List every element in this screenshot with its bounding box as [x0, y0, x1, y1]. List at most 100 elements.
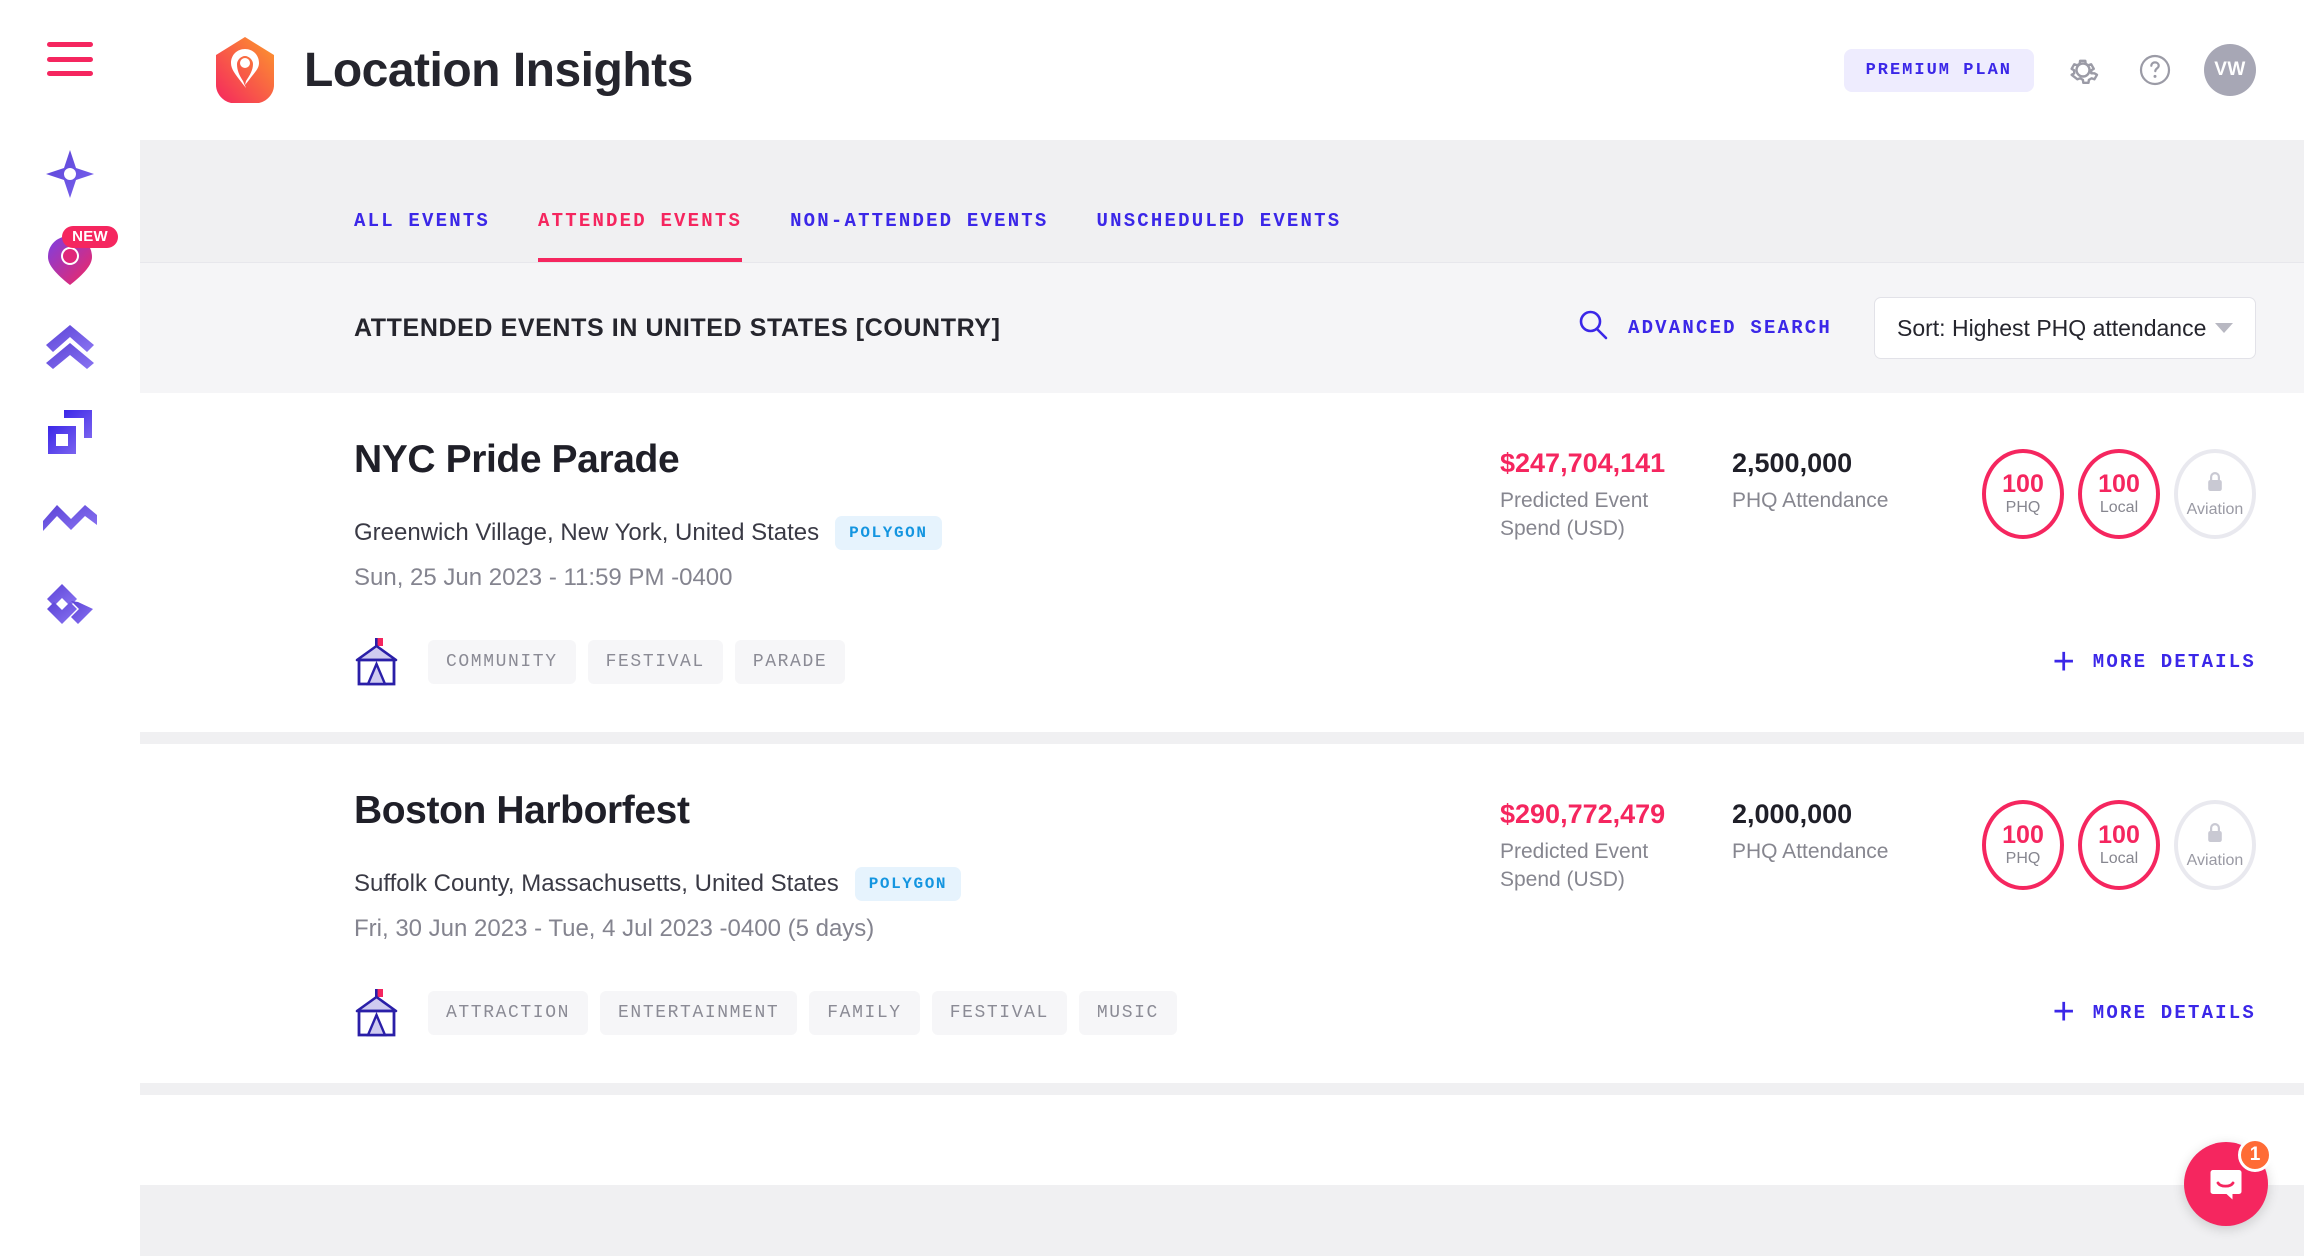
- event-tag[interactable]: PARADE: [735, 640, 845, 684]
- event-card-bottom: COMMUNITY FESTIVAL PARADE + MORE DETAILS: [354, 636, 2256, 688]
- event-tag[interactable]: FESTIVAL: [588, 640, 723, 684]
- hamburger-menu-icon[interactable]: [47, 42, 93, 76]
- advanced-search-label: ADVANCED SEARCH: [1628, 317, 1832, 339]
- event-card-info: Boston Harborfest Suffolk County, Massac…: [354, 790, 1500, 943]
- search-icon: [1576, 308, 1610, 348]
- predicted-spend-caption: Predicted Event Spend (USD): [1500, 487, 1700, 544]
- event-tag[interactable]: ATTRACTION: [428, 991, 588, 1035]
- more-details-button[interactable]: + MORE DETAILS: [2053, 649, 2256, 676]
- search-toolbar-actions: ADVANCED SEARCH Sort: Highest PHQ attend…: [1576, 297, 2256, 359]
- event-tag[interactable]: MUSIC: [1079, 991, 1177, 1035]
- page-title: Location Insights: [304, 43, 693, 98]
- event-scores: 100 PHQ 100 Local: [1982, 798, 2256, 890]
- score-local-value: 100: [2098, 472, 2140, 497]
- event-card-partial[interactable]: [140, 1095, 2304, 1185]
- geo-type-badge: POLYGON: [835, 516, 941, 550]
- event-tabs: ALL EVENTS ATTENDED EVENTS NON-ATTENDED …: [140, 140, 2304, 262]
- metric-phq-attendance: 2,500,000 PHQ Attendance: [1732, 447, 1964, 515]
- sidebar-item-wave[interactable]: [34, 482, 106, 554]
- event-location: Suffolk County, Massachusetts, United St…: [354, 870, 839, 898]
- more-details-button[interactable]: + MORE DETAILS: [2053, 999, 2256, 1026]
- diamond-code-icon: [44, 581, 96, 627]
- score-local[interactable]: 100 Local: [2078, 800, 2160, 890]
- event-title: NYC Pride Parade: [354, 439, 1500, 482]
- phq-attendance-caption: PHQ Attendance: [1732, 838, 1932, 866]
- advanced-search-button[interactable]: ADVANCED SEARCH: [1576, 308, 1832, 348]
- score-local-value: 100: [2098, 823, 2140, 848]
- event-card[interactable]: NYC Pride Parade Greenwich Village, New …: [140, 393, 2304, 732]
- sort-dropdown-value: Sort: Highest PHQ attendance: [1897, 315, 2206, 342]
- score-phq-label: PHQ: [2006, 851, 2041, 867]
- sidebar-item-sparkle[interactable]: [34, 138, 106, 210]
- score-aviation-locked[interactable]: Aviation: [2174, 449, 2256, 539]
- left-nav-rail: NEW: [0, 0, 140, 1256]
- event-location: Greenwich Village, New York, United Stat…: [354, 519, 819, 547]
- results-heading: ATTENDED EVENTS IN UNITED STATES [COUNTR…: [354, 314, 1001, 343]
- event-tags: ATTRACTION ENTERTAINMENT FAMILY FESTIVAL…: [428, 991, 1177, 1035]
- chevron-down-icon: [2215, 323, 2233, 333]
- event-card-bottom: ATTRACTION ENTERTAINMENT FAMILY FESTIVAL…: [354, 987, 2256, 1039]
- event-card-top: Boston Harborfest Suffolk County, Massac…: [354, 790, 2256, 943]
- geo-type-badge: POLYGON: [855, 867, 961, 901]
- sidebar-item-trends[interactable]: [34, 310, 106, 382]
- tab-attended-events[interactable]: ATTENDED EVENTS: [538, 210, 742, 262]
- sort-dropdown[interactable]: Sort: Highest PHQ attendance: [1874, 297, 2256, 359]
- predicted-spend-caption: Predicted Event Spend (USD): [1500, 838, 1700, 895]
- sidebar-item-layers[interactable]: [34, 396, 106, 468]
- score-local-label: Local: [2100, 500, 2138, 516]
- score-phq-label: PHQ: [2006, 500, 2041, 516]
- event-card-top: NYC Pride Parade Greenwich Village, New …: [354, 439, 2256, 592]
- phq-attendance-value: 2,000,000: [1732, 798, 1964, 832]
- sidebar-item-location[interactable]: NEW: [34, 224, 106, 296]
- event-date: Fri, 30 Jun 2023 - Tue, 4 Jul 2023 -0400…: [354, 915, 1500, 943]
- lock-icon: [2205, 821, 2225, 850]
- question-circle-icon[interactable]: [2132, 47, 2178, 93]
- premium-plan-badge[interactable]: PREMIUM PLAN: [1844, 49, 2034, 92]
- event-tag[interactable]: FESTIVAL: [932, 991, 1067, 1035]
- score-aviation-label: Aviation: [2187, 853, 2244, 869]
- wave-chart-icon: [41, 499, 99, 537]
- location-pin-pentagon-logo: [212, 35, 278, 105]
- score-phq[interactable]: 100 PHQ: [1982, 800, 2064, 890]
- score-phq-value: 100: [2002, 823, 2044, 848]
- new-badge: NEW: [62, 226, 118, 248]
- score-phq[interactable]: 100 PHQ: [1982, 449, 2064, 539]
- brand: Location Insights: [212, 35, 693, 105]
- festival-tent-icon: [354, 987, 400, 1039]
- chat-widget: 1: [2184, 1142, 2268, 1226]
- event-location-row: Greenwich Village, New York, United Stat…: [354, 516, 1500, 550]
- event-tag[interactable]: ENTERTAINMENT: [600, 991, 797, 1035]
- phq-attendance-value: 2,500,000: [1732, 447, 1964, 481]
- chat-unread-badge[interactable]: 1: [2238, 1138, 2272, 1172]
- metric-phq-attendance: 2,000,000 PHQ Attendance: [1732, 798, 1964, 866]
- tab-all-events[interactable]: ALL EVENTS: [354, 210, 490, 262]
- app-root: NEW: [0, 0, 2304, 1256]
- event-tag[interactable]: COMMUNITY: [428, 640, 576, 684]
- score-local[interactable]: 100 Local: [2078, 449, 2160, 539]
- event-tag[interactable]: FAMILY: [809, 991, 919, 1035]
- app-header: Location Insights PREMIUM PLAN: [140, 0, 2304, 140]
- event-metrics: $247,704,141 Predicted Event Spend (USD)…: [1500, 439, 2256, 543]
- lock-icon: [2205, 470, 2225, 499]
- score-local-label: Local: [2100, 851, 2138, 867]
- sparkle-star-icon: [42, 146, 98, 202]
- avatar[interactable]: VW: [2204, 44, 2256, 96]
- festival-tent-icon: [354, 636, 400, 688]
- tab-non-attended-events[interactable]: NON-ATTENDED EVENTS: [790, 210, 1048, 262]
- sidebar-item-developer[interactable]: [34, 568, 106, 640]
- tab-unscheduled-events[interactable]: UNSCHEDULED EVENTS: [1097, 210, 1342, 262]
- event-date: Sun, 25 Jun 2023 - 11:59 PM -0400: [354, 564, 1500, 592]
- score-aviation-locked[interactable]: Aviation: [2174, 800, 2256, 890]
- event-location-row: Suffolk County, Massachusetts, United St…: [354, 867, 1500, 901]
- metric-predicted-spend: $247,704,141 Predicted Event Spend (USD): [1500, 447, 1732, 543]
- gear-icon[interactable]: [2060, 47, 2106, 93]
- event-title: Boston Harborfest: [354, 790, 1500, 833]
- main-column: Location Insights PREMIUM PLAN: [140, 0, 2304, 1256]
- score-aviation-label: Aviation: [2187, 502, 2244, 518]
- event-card[interactable]: Boston Harborfest Suffolk County, Massac…: [140, 744, 2304, 1083]
- more-details-label: MORE DETAILS: [2093, 651, 2256, 673]
- layers-squares-icon: [44, 406, 96, 458]
- metric-predicted-spend: $290,772,479 Predicted Event Spend (USD): [1500, 798, 1732, 894]
- event-list: NYC Pride Parade Greenwich Village, New …: [140, 393, 2304, 1256]
- plus-icon: +: [2053, 999, 2075, 1026]
